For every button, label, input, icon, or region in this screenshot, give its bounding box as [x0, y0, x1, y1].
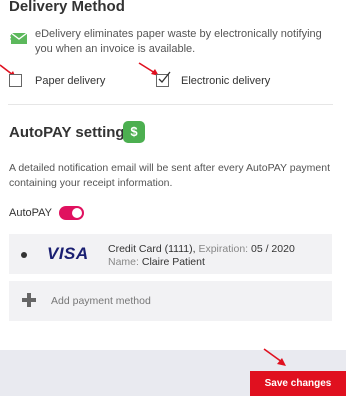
- card-info-line: Credit Card (1111), Expiration: 05 / 202…: [108, 243, 295, 255]
- expiration-label: Expiration:: [198, 243, 249, 255]
- add-payment-method-label[interactable]: Add payment method: [51, 295, 151, 307]
- card-type: Credit Card (1111),: [108, 243, 196, 255]
- money-bag-icon: $: [123, 121, 145, 143]
- toggle-knob: [72, 208, 82, 218]
- card-name-line: Name: Claire Patient: [108, 256, 205, 268]
- checkmark-icon: [158, 71, 171, 83]
- name-value: Claire Patient: [141, 256, 205, 268]
- edelivery-description: eDelivery eliminates paper waste by elec…: [35, 28, 322, 55]
- annotation-arrow-save: [263, 348, 286, 366]
- autopay-toggle[interactable]: [59, 206, 84, 220]
- electronic-delivery-checkbox[interactable]: [156, 71, 171, 87]
- envelope-icon: [10, 32, 28, 44]
- visa-logo: VISA: [47, 244, 89, 263]
- delivery-method-title: Delivery Method: [9, 0, 125, 15]
- paper-delivery-checkbox[interactable]: [9, 74, 22, 87]
- paper-delivery-label[interactable]: Paper delivery: [35, 75, 105, 87]
- plus-icon[interactable]: [22, 293, 36, 307]
- autopay-toggle-label: AutoPAY: [9, 207, 53, 219]
- autopay-description: A detailed notification email will be se…: [9, 162, 331, 189]
- electronic-delivery-label[interactable]: Electronic delivery: [181, 75, 270, 87]
- save-changes-button[interactable]: Save changes: [250, 371, 346, 396]
- expiration-value: 05 / 2020: [251, 243, 295, 255]
- autopay-settings-title: AutoPAY settings: [9, 124, 133, 141]
- section-divider: [8, 104, 333, 105]
- payment-method-radio[interactable]: [21, 252, 27, 258]
- name-label: Name:: [108, 256, 139, 268]
